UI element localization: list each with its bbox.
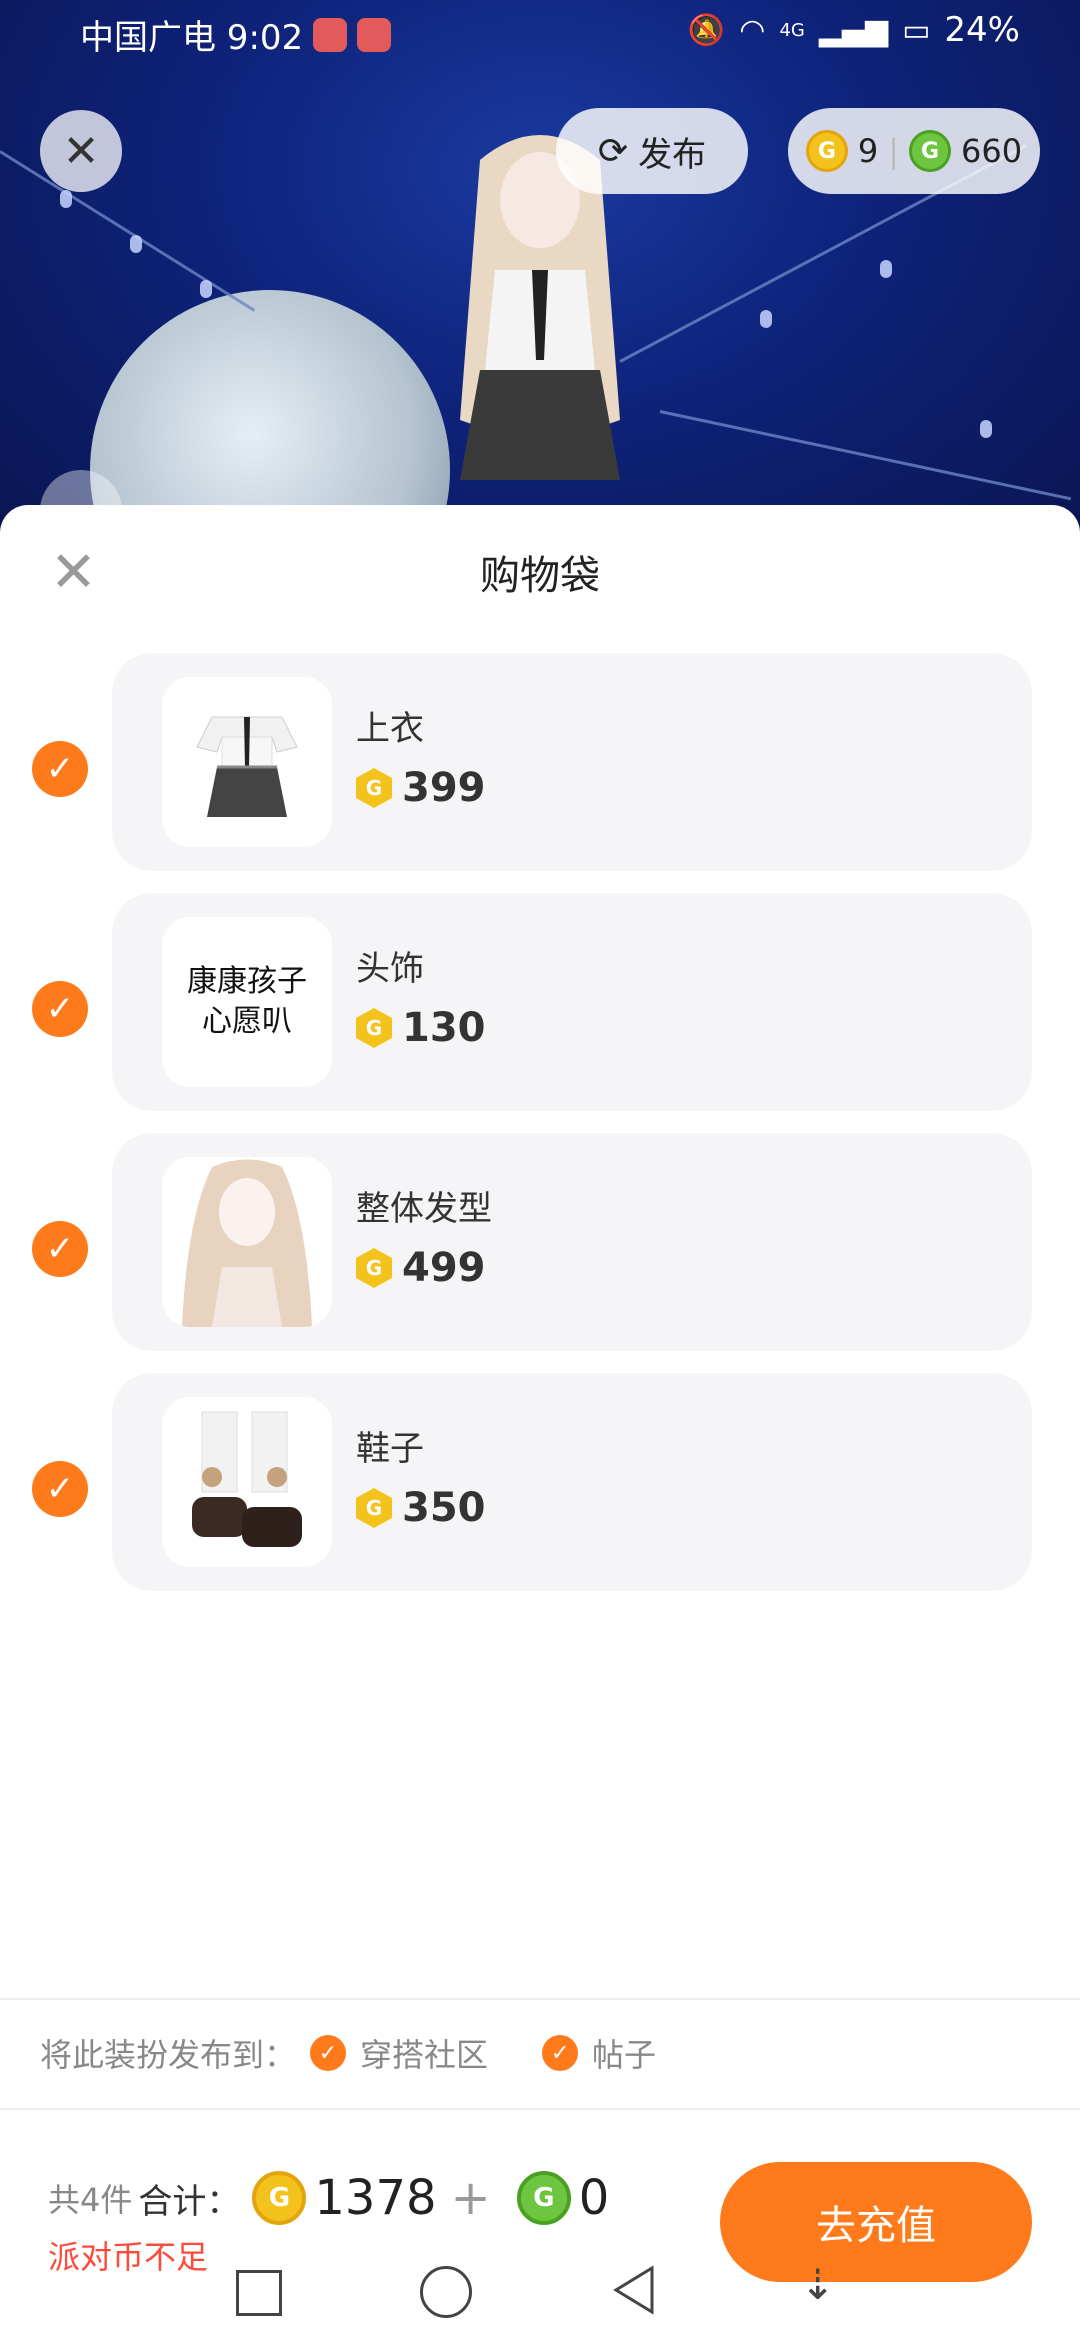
light-bulb xyxy=(760,310,772,328)
item-price-value: 399 xyxy=(402,765,486,811)
green-coin-icon: G xyxy=(516,2171,571,2225)
publish-label: 发布 xyxy=(638,134,707,175)
item-checkbox[interactable]: ✓ xyxy=(32,981,88,1037)
thumb-text: 康康孩子 xyxy=(187,964,307,999)
hairstyle-image xyxy=(182,1159,312,1327)
battery-level: 24% xyxy=(944,10,1020,50)
item-name: 上衣 xyxy=(356,709,424,749)
item-name: 整体发型 xyxy=(356,1189,492,1229)
green-balance: 660 xyxy=(961,132,1023,170)
plus-sign: + xyxy=(450,2170,491,2226)
total-row: 共4件 合计： G 1378 + G 0 xyxy=(48,2170,609,2226)
battery-icon: ▭ xyxy=(902,12,931,48)
list-item[interactable]: 上衣 G 399 xyxy=(112,653,1032,871)
nav-square-icon[interactable] xyxy=(236,2270,282,2316)
item-thumbnail xyxy=(162,1397,332,1567)
sheet-title: 购物袋 xyxy=(480,553,600,599)
nav-back-icon[interactable] xyxy=(610,2264,658,2316)
publish-option-label[interactable]: 穿搭社区 xyxy=(360,2030,488,2076)
gold-coin-icon: G xyxy=(356,1488,392,1528)
gold-coin-icon: G xyxy=(356,1008,392,1048)
gold-coin-icon: G xyxy=(356,768,392,808)
thumb-text: 心愿叭 xyxy=(202,1004,292,1039)
system-nav-bar: ⇣ xyxy=(0,2258,1080,2340)
item-thumbnail xyxy=(162,677,332,847)
balance-divider: | xyxy=(888,132,900,170)
item-checkbox[interactable]: ✓ xyxy=(32,741,88,797)
item-price: G 350 xyxy=(356,1485,486,1531)
item-price-value: 499 xyxy=(402,1245,486,1291)
light-bulb xyxy=(130,235,142,253)
divider xyxy=(0,2108,1080,2110)
signal-icon: ▂▄▆ xyxy=(818,12,889,48)
nav-home-icon[interactable] xyxy=(420,2266,472,2318)
gold-total: 1378 xyxy=(314,2170,437,2226)
network-type: 4G xyxy=(779,19,805,41)
check-icon: ✓ xyxy=(45,749,75,789)
publish-icon: ⟳ xyxy=(597,130,629,172)
item-checkbox[interactable]: ✓ xyxy=(32,1221,88,1277)
currency-balance[interactable]: G 9 | G 660 xyxy=(788,108,1040,194)
publish-option-checkbox[interactable]: ✓ xyxy=(310,2035,347,2071)
green-coin-icon: G xyxy=(909,130,952,172)
light-bulb xyxy=(980,420,992,438)
carrier-time: 中国广电 9:02 xyxy=(80,18,304,58)
item-price: G 399 xyxy=(356,765,486,811)
publish-button[interactable]: ⟳ 发布 xyxy=(556,108,748,194)
publish-to-row: 将此装扮发布到： ✓ 穿搭社区 ✓ 帖子 xyxy=(40,2030,656,2076)
check-icon: ✓ xyxy=(45,1229,75,1269)
check-icon: ✓ xyxy=(45,989,75,1029)
list-item[interactable]: 整体发型 G 499 xyxy=(112,1133,1032,1351)
item-price: G 499 xyxy=(356,1245,486,1291)
gold-coin-icon: G xyxy=(356,1248,392,1288)
item-price: G 130 xyxy=(356,1005,486,1051)
close-icon: ✕ xyxy=(62,125,100,177)
publish-to-label: 将此装扮发布到： xyxy=(40,2036,297,2074)
item-thumbnail: 康康孩子 心愿叭 xyxy=(162,917,332,1087)
shoes-image xyxy=(192,1411,302,1547)
check-icon: ✓ xyxy=(45,1469,75,1509)
publish-option-label[interactable]: 帖子 xyxy=(592,2030,656,2076)
wifi-icon: ◠ xyxy=(739,12,766,48)
app-notification-icon xyxy=(313,17,348,52)
light-bulb xyxy=(200,280,212,298)
gold-balance: 9 xyxy=(857,132,879,170)
close-button[interactable]: ✕ xyxy=(40,110,122,192)
divider xyxy=(0,1998,1080,2000)
total-label: 合计： xyxy=(138,2181,241,2222)
nav-down-icon[interactable]: ⇣ xyxy=(800,2260,835,2309)
light-string xyxy=(659,410,1072,501)
item-checkbox[interactable]: ✓ xyxy=(32,1461,88,1517)
list-item[interactable]: 鞋子 G 350 xyxy=(112,1373,1032,1591)
item-price-value: 130 xyxy=(402,1005,486,1051)
top-garment-image xyxy=(196,716,298,817)
mute-icon: 🔕 xyxy=(687,12,726,48)
gold-coin-icon: G xyxy=(805,130,848,172)
app-notification-icon xyxy=(357,17,392,52)
publish-option-checkbox[interactable]: ✓ xyxy=(542,2035,579,2071)
status-bar: 中国广电 9:02 🔕 ◠ 4G ▂▄▆ ▭ 24% xyxy=(0,0,1080,70)
green-total: 0 xyxy=(578,2170,610,2226)
item-name: 鞋子 xyxy=(356,1429,424,1469)
item-price-value: 350 xyxy=(402,1485,486,1531)
scene-background xyxy=(0,0,1080,560)
gold-coin-icon: G xyxy=(252,2171,307,2225)
light-bulb xyxy=(60,190,72,208)
item-name: 头饰 xyxy=(356,949,424,989)
item-count: 共4件 xyxy=(48,2181,133,2219)
light-bulb xyxy=(880,260,892,278)
item-thumbnail xyxy=(162,1157,332,1327)
light-string xyxy=(0,150,256,312)
list-item[interactable]: 康康孩子 心愿叭 头饰 G 130 xyxy=(112,893,1032,1111)
